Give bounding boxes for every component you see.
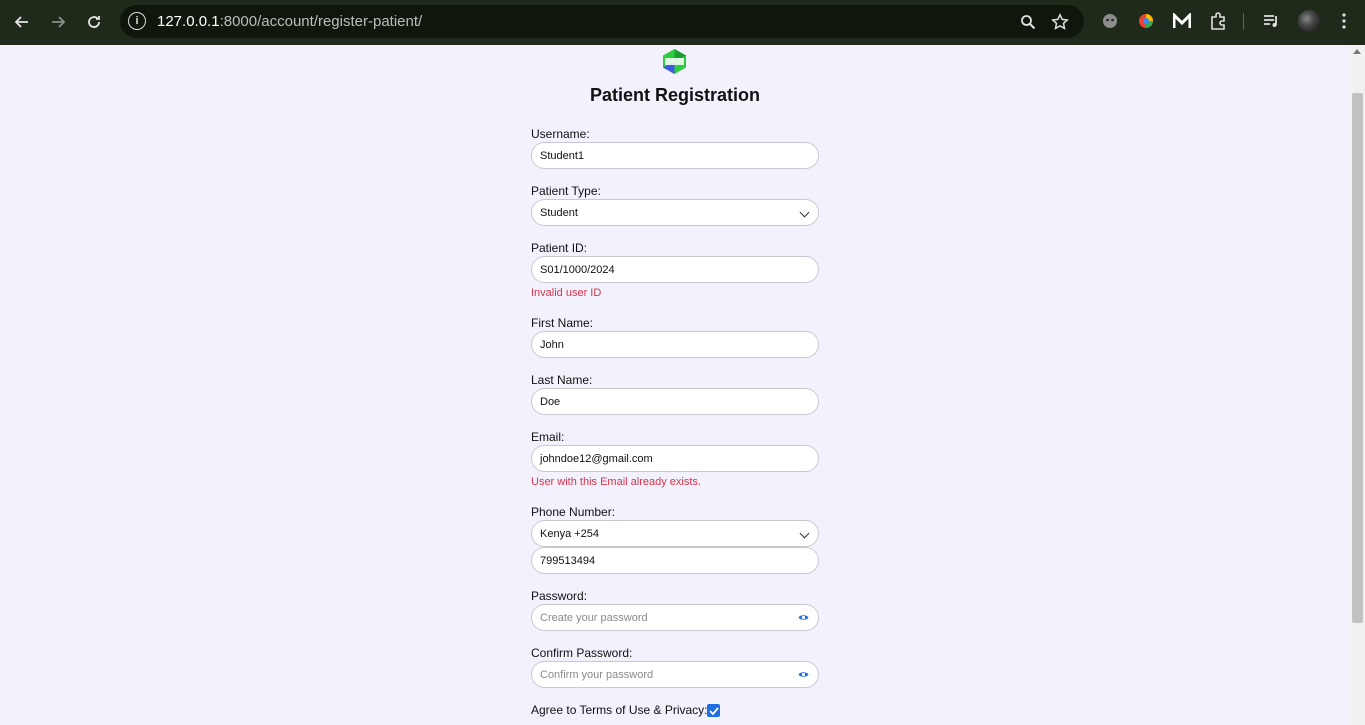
url-text[interactable]: 127.0.0.1:8000/account/register-patient/ [157,13,422,30]
extension-color-icon[interactable] [1135,10,1157,32]
password-label: Password: [531,589,588,603]
last-name-input[interactable]: Doe [531,388,819,415]
confirm-password-input[interactable]: Confirm your password [531,661,819,688]
page-title: Patient Registration [589,85,761,105]
password-input[interactable]: Create your password [531,604,819,631]
patient-id-input[interactable]: S01/1000/2024 [531,256,819,283]
eye-icon[interactable] [798,613,809,622]
chevron-down-icon [799,207,810,218]
username-input[interactable]: Student1 [531,142,819,169]
scroll-up-arrow-icon[interactable] [1353,49,1361,54]
username-label: Username: [531,127,590,141]
phone-label: Phone Number: [531,505,616,519]
email-input[interactable]: johndoe12@gmail.com [531,445,819,472]
info-icon[interactable]: i [128,12,146,30]
terms-checkbox[interactable] [707,704,720,717]
star-icon[interactable] [1050,12,1070,32]
patient-id-label: Patient ID: [531,241,588,255]
url-path: :8000/account/register-patient/ [219,13,423,30]
app-logo [661,48,688,75]
first-name-label: First Name: [531,316,594,330]
toolbar-separator [1243,13,1244,30]
checkmark-icon [708,706,719,715]
confirm-password-label: Confirm Password: [531,646,633,660]
menu-kebab-icon[interactable] [1333,10,1355,32]
email-label: Email: [531,430,565,444]
patient-type-label: Patient Type: [531,184,601,198]
url-host: 127.0.0.1 [157,13,220,30]
confirm-password-placeholder: Confirm your password [540,668,654,681]
address-bar[interactable]: i 127.0.0.1:8000/account/register-patien… [120,5,1084,38]
extension-ghost-icon[interactable] [1099,10,1121,32]
extension-m-icon[interactable] [1171,10,1193,32]
extensions-icon[interactable] [1207,10,1229,32]
forward-arrow-icon[interactable] [44,8,72,36]
browser-toolbar: i 127.0.0.1:8000/account/register-patien… [0,0,1365,45]
zoom-icon[interactable] [1018,12,1038,32]
password-placeholder: Create your password [540,611,648,624]
media-icon[interactable] [1260,10,1282,32]
back-arrow-icon[interactable] [8,8,36,36]
scroll-thumb[interactable] [1352,93,1363,623]
phone-number-input[interactable]: 799513494 [531,547,819,574]
last-name-label: Last Name: [531,373,593,387]
phone-country-select[interactable]: Kenya +254 [531,520,819,547]
eye-icon[interactable] [798,670,809,679]
reload-icon[interactable] [80,8,108,36]
patient-type-select[interactable]: Student [531,199,819,226]
page-scrollbar[interactable] [1350,45,1365,725]
first-name-input[interactable]: John [531,331,819,358]
chevron-down-icon [799,528,810,539]
email-error: User with this Email already exists. [531,476,701,488]
patient-id-error: Invalid user ID [531,287,602,299]
profile-avatar[interactable] [1298,10,1320,32]
phone-country-value: Kenya +254 [540,527,600,540]
patient-type-value: Student [540,206,578,219]
terms-label: Agree to Terms of Use & Privacy: [531,703,708,717]
